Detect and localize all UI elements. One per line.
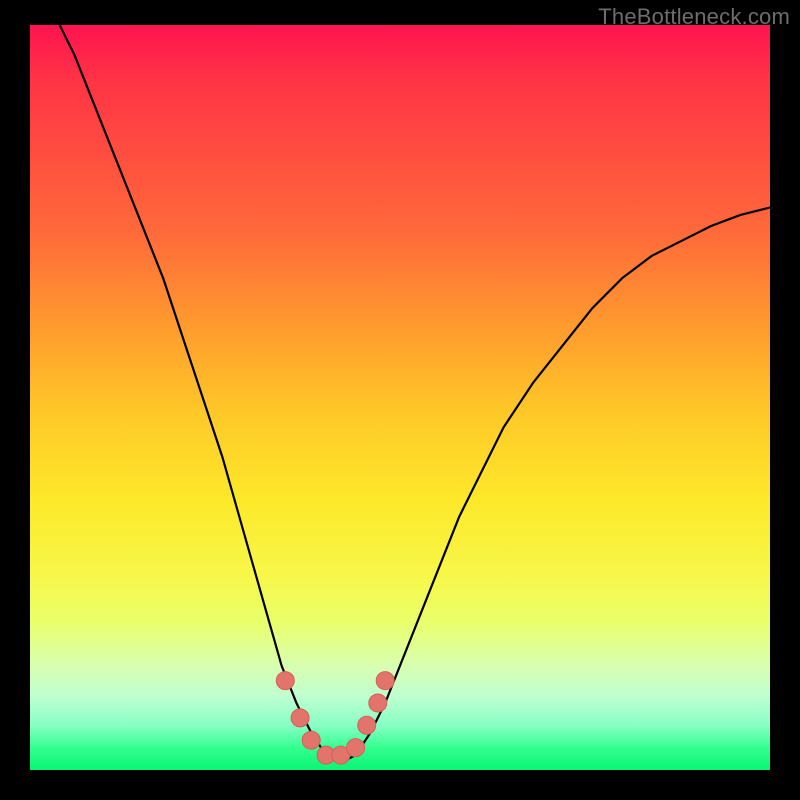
highlight-marker xyxy=(376,672,394,690)
highlight-marker xyxy=(369,694,387,712)
highlight-marker xyxy=(302,731,320,749)
highlight-marker xyxy=(358,716,376,734)
highlight-marker-group xyxy=(276,672,394,765)
highlight-marker xyxy=(347,739,365,757)
bottleneck-curve-line xyxy=(60,25,770,763)
highlight-marker xyxy=(291,709,309,727)
highlight-marker xyxy=(276,672,294,690)
bottleneck-chart xyxy=(30,25,770,770)
